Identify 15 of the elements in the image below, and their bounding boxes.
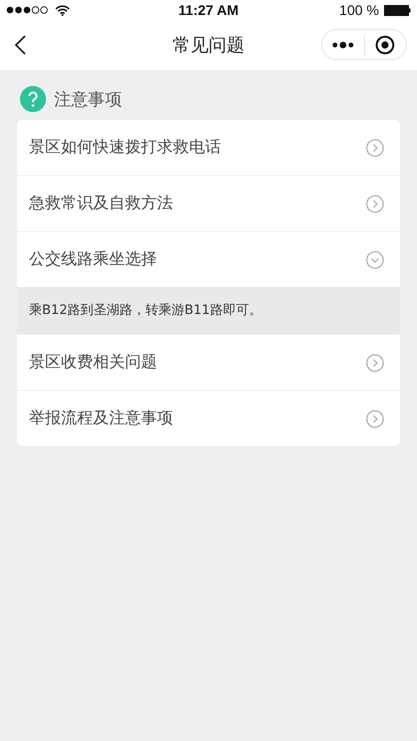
- status-time: 11:27 AM: [178, 2, 239, 18]
- battery-icon: [384, 4, 411, 16]
- faq-item[interactable]: 景区如何快速拨打求救电话: [17, 120, 400, 175]
- faq-answer: 乘B12路到圣湖路，转乘游B11路即可。: [17, 287, 400, 334]
- faq-item[interactable]: 景区收费相关问题: [17, 334, 400, 390]
- page-title: 常见问题: [172, 34, 244, 57]
- more-icon[interactable]: [332, 40, 354, 48]
- back-icon[interactable]: [14, 35, 28, 55]
- help-icon: [20, 86, 46, 112]
- faq-item[interactable]: 举报流程及注意事项: [17, 390, 400, 446]
- wifi-icon: [55, 4, 70, 16]
- faq-item[interactable]: 急救常识及自救方法: [17, 175, 400, 231]
- battery-percent: 100 %: [339, 2, 379, 18]
- section-title: 注意事项: [54, 88, 122, 110]
- signal-icon: [6, 6, 50, 14]
